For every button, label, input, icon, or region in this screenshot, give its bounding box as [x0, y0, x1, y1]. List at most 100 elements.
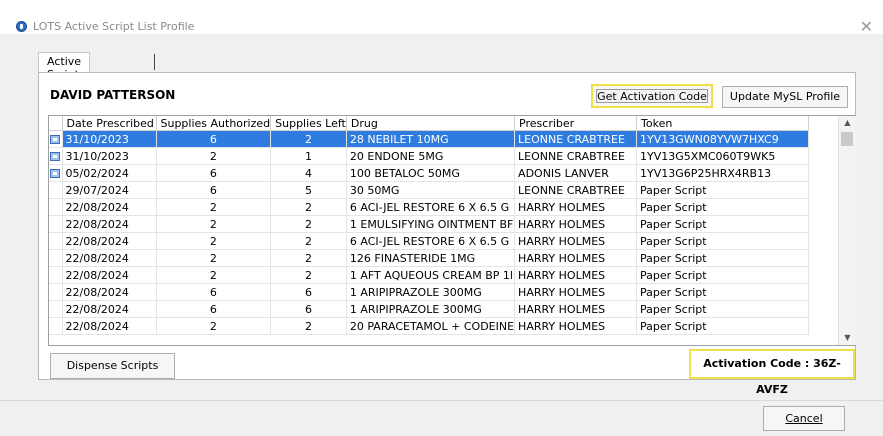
cell-prescriber: HARRY HOLMES [514, 215, 638, 233]
cell-supplies-authorized: 2 [156, 147, 272, 165]
scroll-thumb[interactable] [841, 132, 853, 146]
row-marker [49, 317, 63, 335]
cell-drug: 1 EMULSIFYING OINTMENT BF [346, 215, 516, 233]
table-row[interactable]: 22/08/2024 6 6 1 ARIPIPRAZOLE 300MG HARRY HO… [49, 300, 810, 318]
row-marker [49, 198, 63, 216]
cell-token: Paper Script [636, 181, 810, 199]
table-row[interactable]: 31/10/2023 2 1 20 ENDONE 5MG LEONNE CRABTREE… [49, 147, 810, 165]
cell-drug: 1 ARIPIPRAZOLE 300MG [346, 300, 516, 318]
cell-supplies-left: 2 [270, 232, 347, 250]
table-row[interactable]: 22/08/2024 2 2 6 ACI-JEL RESTORE 6 X 6.5 GH… [49, 198, 810, 216]
cell-date-prescribed: 05/02/2024 [62, 164, 157, 182]
row-marker [49, 130, 63, 148]
scroll-down-icon[interactable]: ▼ [839, 331, 856, 345]
row-marker [49, 249, 63, 267]
cell-prescriber: HARRY HOLMES [514, 232, 638, 250]
header-date-prescribed[interactable]: Date Prescribed [62, 116, 157, 131]
divider [0, 400, 883, 401]
vertical-scrollbar[interactable]: ▲ ▼ [838, 116, 856, 345]
cell-drug: 20 ENDONE 5MG [346, 147, 516, 165]
cell-prescriber: HARRY HOLMES [514, 300, 638, 318]
cell-date-prescribed: 22/08/2024 [62, 215, 157, 233]
cell-drug: 1 AFT AQUEOUS CREAM BP 1l [346, 266, 516, 284]
dispense-scripts-button[interactable]: Dispense Scripts [50, 353, 175, 379]
cell-supplies-left: 5 [270, 181, 347, 199]
row-marker [49, 181, 63, 199]
cell-token: 1YV13G6P25HRX4RB13 [636, 164, 810, 182]
cell-token: Paper Script [636, 215, 810, 233]
cell-token: Paper Script [636, 198, 810, 216]
cell-token: Paper Script [636, 266, 810, 284]
cell-prescriber: HARRY HOLMES [514, 317, 638, 335]
row-marker [49, 300, 63, 318]
row-marker [49, 147, 63, 165]
cell-token: 1YV13G5XMC060T9WK5 [636, 147, 810, 165]
cell-drug: 28 NEBILET 10MG [346, 130, 516, 148]
table-row[interactable]: 22/08/2024 2 2 20 PARACETAMOL + CODEINE HARR… [49, 317, 810, 335]
table-row[interactable]: 22/08/2024 6 6 1 ARIPIPRAZOLE 300MG HARRY HO… [49, 283, 810, 301]
table-row[interactable]: 05/02/2024 6 4 100 BETALOC 50MG ADONIS LANVE… [49, 164, 810, 182]
cell-supplies-authorized: 6 [156, 283, 272, 301]
table-row[interactable]: 29/07/2024 6 5 30 50MG LEONNE CRABTREE Paper … [49, 181, 810, 199]
cell-supplies-authorized: 2 [156, 198, 272, 216]
cell-prescriber: HARRY HOLMES [514, 198, 638, 216]
cell-prescriber: HARRY HOLMES [514, 249, 638, 267]
table-body: 31/10/2023 6 2 28 NEBILET 10MG LEONNE CRABTR… [49, 130, 810, 335]
header-token[interactable]: Token [636, 116, 810, 131]
tab-active-script-list[interactable]: Active Script List [38, 52, 91, 94]
scroll-up-icon[interactable]: ▲ [839, 116, 856, 130]
cell-prescriber: HARRY HOLMES [514, 283, 638, 301]
table-row[interactable]: 22/08/2024 2 2 126 FINASTERIDE 1MG HARRY HOL… [49, 249, 810, 267]
cell-supplies-authorized: 6 [156, 130, 272, 148]
cell-supplies-authorized: 6 [156, 181, 272, 199]
cell-supplies-left: 4 [270, 164, 347, 182]
cell-supplies-authorized: 2 [156, 317, 272, 335]
activation-code-display: Activation Code : 36Z-AVFZ [689, 349, 855, 396]
table-row[interactable]: 31/10/2023 6 2 28 NEBILET 10MG LEONNE CRABTR… [49, 130, 810, 148]
table-row[interactable]: 22/08/2024 2 2 1 AFT AQUEOUS CREAM BP 1l HAR… [49, 266, 810, 284]
cell-prescriber: LEONNE CRABTREE [514, 147, 638, 165]
cell-date-prescribed: 22/08/2024 [62, 266, 157, 284]
cancel-label: Cancel [785, 412, 823, 425]
cell-supplies-left: 6 [270, 300, 347, 318]
cell-date-prescribed: 31/10/2023 [62, 130, 157, 148]
script-list-grid[interactable]: Date Prescribed Supplies Authorized Suppli… [48, 115, 856, 346]
cell-supplies-authorized: 2 [156, 249, 272, 267]
header-prescriber[interactable]: Prescriber [514, 116, 638, 131]
get-activation-code-button[interactable]: Get Activation Code [591, 84, 713, 108]
cell-drug: 1 ARIPIPRAZOLE 300MG [346, 283, 516, 301]
cell-supplies-left: 2 [270, 317, 347, 335]
cell-supplies-authorized: 2 [156, 232, 272, 250]
cell-supplies-left: 2 [270, 215, 347, 233]
e-script-icon [50, 168, 61, 178]
cell-drug: 20 PARACETAMOL + CODEINE [346, 317, 516, 335]
close-icon[interactable]: ✕ [860, 17, 873, 36]
header-supplies-left[interactable]: Supplies Left [270, 116, 347, 131]
cell-date-prescribed: 22/08/2024 [62, 198, 157, 216]
cell-supplies-authorized: 6 [156, 164, 272, 182]
header-supplies-authorized[interactable]: Supplies Authorized [156, 116, 272, 131]
table-row[interactable]: 22/08/2024 2 2 6 ACI-JEL RESTORE 6 X 6.5 GH… [49, 232, 810, 250]
cell-supplies-left: 2 [270, 266, 347, 284]
cell-prescriber: LEONNE CRABTREE [514, 130, 638, 148]
title-bar: LOTS Active Script List Profile ✕ [0, 0, 883, 36]
cell-supplies-left: 2 [270, 130, 347, 148]
header-drug[interactable]: Drug [346, 116, 516, 131]
tab-divider [154, 54, 155, 70]
cancel-button[interactable]: Cancel [763, 406, 845, 431]
cell-date-prescribed: 22/08/2024 [62, 283, 157, 301]
update-mysl-profile-button[interactable]: Update MySL Profile [722, 86, 848, 108]
patient-name: DAVID PATTERSON [50, 88, 176, 102]
window-title: LOTS Active Script List Profile [33, 20, 195, 33]
table-row[interactable]: 22/08/2024 2 2 1 EMULSIFYING OINTMENT BF HAR… [49, 215, 810, 233]
app-icon [16, 21, 27, 32]
cell-drug: 100 BETALOC 50MG [346, 164, 516, 182]
row-marker [49, 283, 63, 301]
cell-supplies-authorized: 2 [156, 266, 272, 284]
row-marker [49, 215, 63, 233]
get-activation-code-label: Get Activation Code [596, 89, 708, 103]
cell-supplies-left: 2 [270, 198, 347, 216]
cell-token: Paper Script [636, 317, 810, 335]
cell-supplies-authorized: 6 [156, 300, 272, 318]
row-marker [49, 232, 63, 250]
